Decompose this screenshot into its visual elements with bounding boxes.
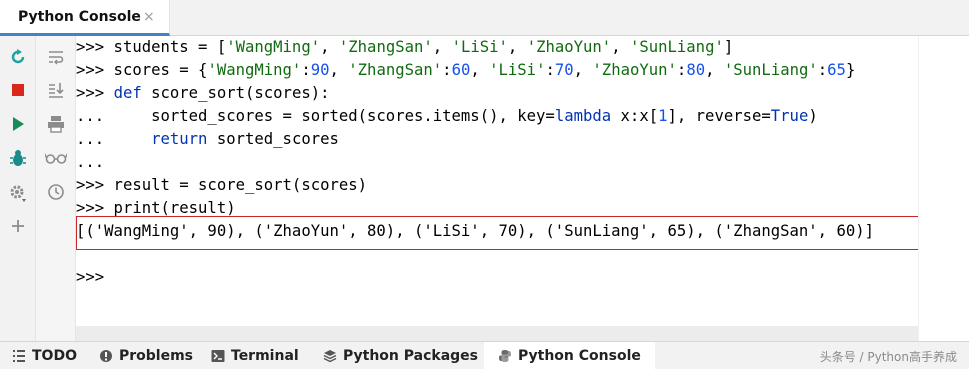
code-token: 'SunLiang' xyxy=(629,38,724,56)
code-token: , xyxy=(432,38,452,56)
add-icon[interactable] xyxy=(10,218,26,234)
code-token: : xyxy=(442,61,452,79)
console-view-toolbar xyxy=(36,36,76,341)
print-icon[interactable] xyxy=(47,115,65,133)
code-token: 'WangMing' xyxy=(207,61,302,79)
terminal-icon xyxy=(211,350,225,362)
rerun-icon[interactable] xyxy=(9,48,27,66)
code-token: , xyxy=(470,61,490,79)
tool-window-bar: TODO Problems Terminal Python Packages P… xyxy=(0,341,969,369)
watermark: 头条号 / Python高手养成 xyxy=(819,350,957,364)
code-token: } xyxy=(845,61,856,79)
code-token: >>> xyxy=(76,84,114,102)
code-token: >>> xyxy=(76,268,105,286)
code-token: score_sort(scores): xyxy=(141,84,330,102)
code-token: ... xyxy=(76,130,152,148)
console-line: >>> xyxy=(76,266,104,289)
horizontal-scrollbar[interactable] xyxy=(76,326,918,341)
history-icon[interactable] xyxy=(47,183,65,201)
code-token: True xyxy=(770,107,809,125)
code-token: , xyxy=(329,61,349,79)
result-highlight-box xyxy=(76,216,934,250)
settings-icon[interactable] xyxy=(8,183,28,203)
console-line: >>> result = score_sort(scores) xyxy=(76,174,367,197)
code-token: ... xyxy=(76,153,105,171)
code-token: , xyxy=(705,61,724,79)
code-token: , xyxy=(320,38,339,56)
console-line: ... sorted_scores = sorted(scores.items(… xyxy=(76,105,818,128)
code-token: : xyxy=(545,61,555,79)
code-token: 1 xyxy=(658,107,668,125)
code-token: x:x[ xyxy=(611,107,659,125)
code-token: : xyxy=(301,61,311,79)
code-token: def xyxy=(113,84,142,102)
code-token: ] xyxy=(723,38,734,56)
python-console[interactable]: >>> students = ['WangMing', 'ZhangSan', … xyxy=(76,36,969,341)
console-line: >>> def score_sort(scores): xyxy=(76,82,330,105)
debug-icon[interactable] xyxy=(9,149,27,167)
soft-wrap-icon[interactable] xyxy=(47,48,65,66)
tab-python-console-bottom[interactable]: Python Console xyxy=(484,342,655,369)
console-line: ... return sorted_scores xyxy=(76,128,339,151)
code-token: return xyxy=(151,130,208,148)
code-token: >>> print(result) xyxy=(76,199,236,217)
scroll-to-end-icon[interactable] xyxy=(47,81,65,99)
code-token: ) xyxy=(808,107,818,125)
code-token: 'ZhangSan' xyxy=(348,61,443,79)
code-token: sorted_scores xyxy=(207,130,339,148)
code-token: 'LiSi' xyxy=(489,61,546,79)
show-variables-icon[interactable] xyxy=(45,151,67,165)
tab-title: Python Console xyxy=(18,9,141,25)
code-token: : xyxy=(817,61,828,79)
packages-icon xyxy=(323,350,337,363)
code-token: , xyxy=(573,61,593,79)
console-output[interactable]: >>> students = ['WangMing', 'ZhangSan', … xyxy=(76,36,918,341)
code-token: 80 xyxy=(686,61,706,79)
code-token: 60 xyxy=(451,61,471,79)
code-token: ], reverse= xyxy=(667,107,771,125)
tab-label: TODO xyxy=(32,348,77,364)
console-line: ... xyxy=(76,151,104,174)
code-token: 'ZhaoYun' xyxy=(592,61,677,79)
tab-python-console[interactable]: Python Console × xyxy=(0,0,170,36)
code-token: 90 xyxy=(310,61,330,79)
code-token: ... sorted_scores = sorted(scores.items(… xyxy=(76,107,518,125)
code-token: 'ZhaoYun' xyxy=(526,38,612,56)
console-right-gutter xyxy=(918,36,969,341)
todo-list-icon xyxy=(13,350,25,362)
code-token: 'LiSi' xyxy=(451,38,508,56)
console-action-toolbar xyxy=(0,36,36,341)
tab-label: Python Packages xyxy=(343,348,479,364)
code-token: >>> students = [ xyxy=(76,38,227,56)
code-token: 'WangMing' xyxy=(226,38,321,56)
python-icon xyxy=(499,350,511,362)
code-token: 'SunLiang' xyxy=(723,61,818,79)
code-token: >>> result = score_sort(scores) xyxy=(76,176,368,194)
code-token: 65 xyxy=(827,61,846,79)
code-token: lambda xyxy=(554,107,612,125)
code-token: , xyxy=(611,38,630,56)
tab-terminal[interactable]: Terminal xyxy=(211,342,299,369)
tab-python-packages[interactable]: Python Packages xyxy=(323,342,478,369)
tab-label: Python Console xyxy=(518,348,641,364)
tab-label: Problems xyxy=(119,348,194,364)
code-token: key= xyxy=(517,107,555,125)
problems-icon xyxy=(100,350,112,362)
code-token: 'ZhangSan' xyxy=(338,38,433,56)
run-icon[interactable] xyxy=(11,116,25,132)
stop-icon[interactable] xyxy=(11,83,25,97)
tab-problems[interactable]: Problems xyxy=(99,342,193,369)
code-token: , xyxy=(507,38,527,56)
tab-todo[interactable]: TODO xyxy=(12,342,77,369)
code-token: >>> scores = { xyxy=(76,61,208,79)
close-icon[interactable]: × xyxy=(143,9,155,25)
code-token: 70 xyxy=(554,61,574,79)
console-line: >>> students = ['WangMing', 'ZhangSan', … xyxy=(76,36,733,59)
tab-label: Terminal xyxy=(231,348,299,364)
tool-window-tab-bar: Python Console × xyxy=(0,0,969,36)
console-line: >>> scores = {'WangMing':90, 'ZhangSan':… xyxy=(76,59,855,82)
code-token: : xyxy=(676,61,687,79)
